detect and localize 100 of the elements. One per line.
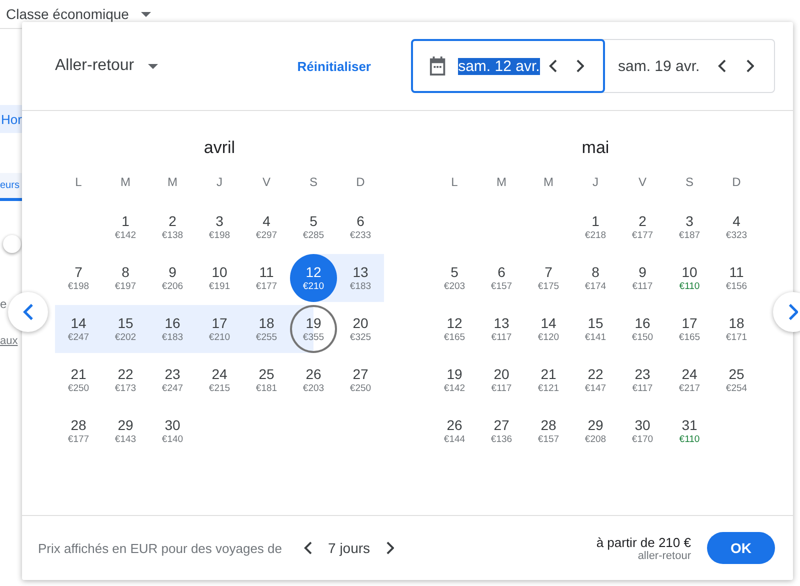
calendar-day[interactable]: 21 €121 [525, 356, 572, 404]
calendar-day[interactable]: 18 €171 [713, 305, 760, 353]
calendar-day[interactable]: 5 €203 [431, 254, 478, 302]
calendar-day[interactable]: 5 €285 [290, 203, 337, 251]
calendar-day[interactable]: 19 €142 [431, 356, 478, 404]
chevron-left-icon [718, 59, 726, 73]
weekday-label: D [731, 174, 742, 191]
calendar-day[interactable]: 10 €110 [666, 254, 713, 302]
calendar-day[interactable]: 18 €255 [243, 305, 290, 353]
chevron-left-icon [304, 541, 312, 555]
calendar-day[interactable]: 29 €143 [102, 407, 149, 455]
calendar-day[interactable]: 4 €297 [243, 203, 290, 251]
calendar-day[interactable]: 3 €187 [666, 203, 713, 251]
calendar-day[interactable]: 6 €233 [337, 203, 384, 251]
calendar-day[interactable]: 12 €165 [431, 305, 478, 353]
chevron-right-icon [746, 59, 754, 73]
date-field[interactable]: sam. 19 avr. [603, 39, 775, 93]
chevron-left-icon [22, 303, 34, 321]
calendar-day[interactable]: 30 €170 [619, 407, 666, 455]
calendar-day[interactable]: 7 €175 [525, 254, 572, 302]
calendar-day[interactable]: 22 €173 [102, 356, 149, 404]
calendar-day[interactable]: 17 €210 [196, 305, 243, 353]
calendar-day[interactable]: 6 €157 [478, 254, 525, 302]
calendar-day[interactable]: 9 €117 [619, 254, 666, 302]
tab[interactable]: Hor [0, 105, 22, 133]
date-text: sam. 19 avr. [618, 58, 700, 74]
weekday-label: S [308, 174, 318, 191]
chevron-left-icon [548, 59, 558, 73]
calendar-day[interactable]: 26 €203 [290, 356, 337, 404]
calendar-day[interactable]: 27 €136 [478, 407, 525, 455]
calendar-day[interactable]: 17 €165 [666, 305, 713, 353]
caret-icon [140, 12, 151, 16]
calendar-icon [429, 56, 446, 76]
weekday-label: V [261, 174, 272, 191]
calendar-day[interactable]: 27 €250 [337, 356, 384, 404]
calendar-day[interactable]: 30 €140 [149, 407, 196, 455]
price-type: aller-retour [638, 550, 691, 562]
calendar-day[interactable]: 20 €117 [478, 356, 525, 404]
calendar-day[interactable]: 24 €215 [196, 356, 243, 404]
calendar-day[interactable]: 10 €191 [196, 254, 243, 302]
trip-type-select[interactable]: Aller-retour [55, 57, 158, 75]
weekday-label: M [496, 174, 508, 191]
calendar-day[interactable]: 20 €325 [337, 305, 384, 353]
calendar-day[interactable]: 7 €198 [55, 254, 102, 302]
date-field[interactable]: sam. 12 avr. [411, 39, 605, 93]
calendar-day[interactable]: 28 €177 [55, 407, 102, 455]
calendar-day[interactable]: 2 €177 [619, 203, 666, 251]
weekday-label: M [166, 174, 178, 191]
weekday-label: M [542, 174, 554, 191]
calendar-day[interactable]: 22 €147 [572, 356, 619, 404]
calendar-day[interactable]: 28 €157 [525, 407, 572, 455]
calendar-day[interactable]: 19 €355 [290, 305, 337, 353]
calendar-day[interactable]: 8 €197 [102, 254, 149, 302]
cabin-class-select[interactable]: Classe économique [6, 6, 151, 22]
calendar-day[interactable]: 26 €144 [431, 407, 478, 455]
caret-icon [148, 64, 158, 68]
calendar-day[interactable]: 21 €250 [55, 356, 102, 404]
weekday-label: V [637, 174, 648, 191]
calendar-day[interactable]: 29 €208 [572, 407, 619, 455]
calendar-day[interactable]: 13 €183 [337, 254, 384, 302]
calendar-day[interactable]: 12 €210 [290, 254, 337, 302]
calendar-day[interactable]: 31 €110 [666, 407, 713, 455]
previous-month-button[interactable] [8, 292, 48, 332]
ok-button[interactable]: OK [707, 532, 775, 564]
chevron-right-icon [386, 541, 394, 555]
calendar-day[interactable]: 25 €254 [713, 356, 760, 404]
calendar-day[interactable]: 23 €117 [619, 356, 666, 404]
calendar-day[interactable]: 13 €117 [478, 305, 525, 353]
label-text: e [0, 297, 7, 311]
calendar-day[interactable]: 8 €174 [572, 254, 619, 302]
calendar-day[interactable]: 23 €247 [149, 356, 196, 404]
calendar-day[interactable]: 11 €156 [713, 254, 760, 302]
calendar-day[interactable]: 16 €183 [149, 305, 196, 353]
calendar-day[interactable]: 25 €181 [243, 356, 290, 404]
calendar-day[interactable]: 1 €142 [102, 203, 149, 251]
price-note: Prix affichés en EUR pour des voyages de [38, 540, 282, 556]
calendar-day[interactable]: 15 €202 [102, 305, 149, 353]
calendar-day[interactable]: 3 €198 [196, 203, 243, 251]
calendar-day[interactable]: 11 €177 [243, 254, 290, 302]
weekday-label: L [74, 174, 83, 191]
calendar-day[interactable]: 4 €323 [713, 203, 760, 251]
reset-button[interactable]: Réinitialiser [297, 54, 371, 78]
calendar-day[interactable]: 15 €141 [572, 305, 619, 353]
chevron-right-icon [788, 303, 798, 321]
link[interactable]: aux [0, 335, 18, 347]
calendar-day[interactable]: 9 €206 [149, 254, 196, 302]
toggle-switch[interactable] [3, 235, 21, 253]
calendar-day[interactable]: 14 €247 [55, 305, 102, 353]
calendar-day[interactable]: 1 €218 [572, 203, 619, 251]
month-title: avril [202, 137, 236, 159]
calendar-day[interactable]: 14 €120 [525, 305, 572, 353]
calendar-day[interactable]: 2 €138 [149, 203, 196, 251]
trip-duration: 7 jours [328, 540, 370, 556]
calendar-day[interactable]: 16 €150 [619, 305, 666, 353]
weekday-label: M [120, 174, 132, 191]
weekday-label: J [216, 174, 224, 191]
calendar-day[interactable]: 24 €217 [666, 356, 713, 404]
lowest-price: à partir de 210 € [596, 534, 691, 550]
tab[interactable]: eurs [0, 173, 22, 201]
chevron-right-icon [576, 59, 584, 73]
